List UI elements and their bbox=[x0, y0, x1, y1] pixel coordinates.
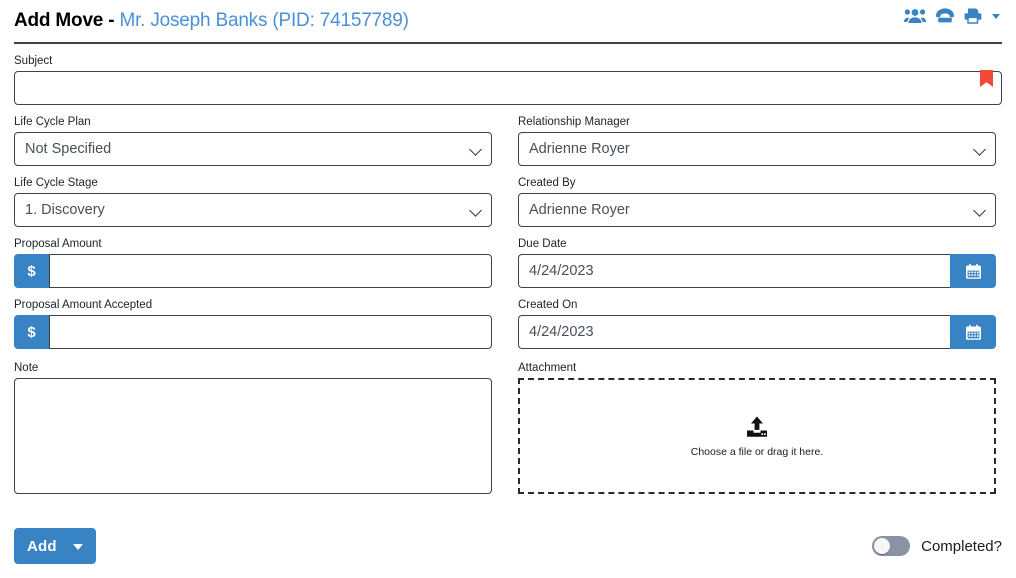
form-column-left: Life Cycle Plan Not Specified Life Cycle… bbox=[14, 115, 492, 509]
form-footer: Add Completed? bbox=[14, 528, 1002, 564]
field-created-on: Created On bbox=[518, 298, 996, 349]
attachment-dropzone[interactable]: Choose a file or drag it here. bbox=[518, 378, 996, 494]
proposal-amount-accepted-label: Proposal Amount Accepted bbox=[14, 299, 153, 311]
proposal-amount-input-group: $ bbox=[14, 254, 492, 288]
life-cycle-plan-select-wrap: Not Specified bbox=[14, 132, 492, 166]
add-button-label: Add bbox=[27, 537, 57, 555]
created-on-label: Created On bbox=[518, 299, 578, 311]
field-proposal-amount: Proposal Amount $ bbox=[14, 237, 492, 288]
field-note: Note bbox=[14, 361, 492, 499]
subject-input-wrap bbox=[14, 70, 1002, 105]
created-by-label: Created By bbox=[518, 177, 576, 189]
proposal-amount-accepted-input[interactable] bbox=[49, 315, 492, 349]
page-title-subject: Mr. Joseph Banks (PID: 74157789) bbox=[119, 10, 409, 31]
page-title-prefix: Add Move - bbox=[14, 10, 120, 31]
field-proposal-amount-accepted: Proposal Amount Accepted $ bbox=[14, 298, 492, 349]
field-relationship-manager: Relationship Manager Adrienne Royer bbox=[518, 115, 996, 166]
note-label: Note bbox=[14, 362, 39, 374]
form-columns: Life Cycle Plan Not Specified Life Cycle… bbox=[14, 115, 1002, 509]
field-due-date: Due Date bbox=[518, 237, 996, 288]
life-cycle-plan-label: Life Cycle Plan bbox=[14, 116, 91, 128]
relationship-manager-select-wrap: Adrienne Royer bbox=[518, 132, 996, 166]
life-cycle-plan-select[interactable]: Not Specified bbox=[14, 132, 492, 166]
created-by-select-wrap: Adrienne Royer bbox=[518, 193, 996, 227]
field-attachment: Attachment Choose a file or drag it here… bbox=[518, 361, 996, 494]
completed-toggle-label: Completed? bbox=[921, 537, 1002, 555]
due-date-label: Due Date bbox=[518, 238, 567, 250]
page-title: Add Move - Mr. Joseph Banks (PID: 741577… bbox=[14, 10, 409, 32]
dollar-sign-icon: $ bbox=[14, 254, 49, 288]
form-body: Subject Life Cycle Plan Not Specified Li… bbox=[14, 44, 1002, 509]
dollar-sign-icon: $ bbox=[14, 315, 49, 349]
note-textarea[interactable] bbox=[14, 378, 492, 494]
add-button[interactable]: Add bbox=[14, 528, 96, 564]
proposal-amount-accepted-input-group: $ bbox=[14, 315, 492, 349]
subject-label: Subject bbox=[14, 55, 53, 67]
form-column-right: Relationship Manager Adrienne Royer Crea… bbox=[518, 115, 996, 509]
attachment-label: Attachment bbox=[518, 362, 577, 374]
chevron-down-icon[interactable] bbox=[992, 14, 1000, 19]
calendar-icon bbox=[965, 324, 981, 340]
life-cycle-stage-label: Life Cycle Stage bbox=[14, 177, 98, 189]
calendar-icon bbox=[965, 263, 981, 279]
field-subject: Subject bbox=[14, 54, 1002, 105]
upload-icon bbox=[747, 416, 767, 437]
due-date-input[interactable] bbox=[518, 254, 950, 288]
telephone-icon[interactable] bbox=[935, 7, 955, 24]
header-action-icons bbox=[904, 7, 1000, 24]
life-cycle-stage-select-wrap: 1. Discovery bbox=[14, 193, 492, 227]
due-date-input-group bbox=[518, 254, 996, 288]
created-by-select[interactable]: Adrienne Royer bbox=[518, 193, 996, 227]
life-cycle-stage-select[interactable]: 1. Discovery bbox=[14, 193, 492, 227]
subject-input[interactable] bbox=[14, 71, 1002, 105]
relationship-manager-label: Relationship Manager bbox=[518, 116, 630, 128]
people-group-icon[interactable] bbox=[904, 7, 926, 24]
field-life-cycle-plan: Life Cycle Plan Not Specified bbox=[14, 115, 492, 166]
created-on-input-group bbox=[518, 315, 996, 349]
proposal-amount-label: Proposal Amount bbox=[14, 238, 102, 250]
attachment-dropzone-text: Choose a file or drag it here. bbox=[690, 445, 824, 458]
page-header: Add Move - Mr. Joseph Banks (PID: 741577… bbox=[14, 0, 1002, 44]
add-move-form-page: Add Move - Mr. Joseph Banks (PID: 741577… bbox=[0, 0, 1016, 578]
field-created-by: Created By Adrienne Royer bbox=[518, 176, 996, 227]
chevron-down-icon[interactable] bbox=[72, 544, 83, 550]
relationship-manager-select[interactable]: Adrienne Royer bbox=[518, 132, 996, 166]
due-date-calendar-button[interactable] bbox=[950, 254, 996, 288]
toggle-knob bbox=[874, 538, 891, 554]
field-life-cycle-stage: Life Cycle Stage 1. Discovery bbox=[14, 176, 492, 227]
printer-icon[interactable] bbox=[964, 7, 982, 24]
proposal-amount-input[interactable] bbox=[49, 254, 492, 288]
completed-toggle-group: Completed? bbox=[872, 536, 1002, 556]
completed-toggle[interactable] bbox=[872, 536, 911, 556]
created-on-calendar-button[interactable] bbox=[950, 315, 996, 349]
created-on-input[interactable] bbox=[518, 315, 950, 349]
